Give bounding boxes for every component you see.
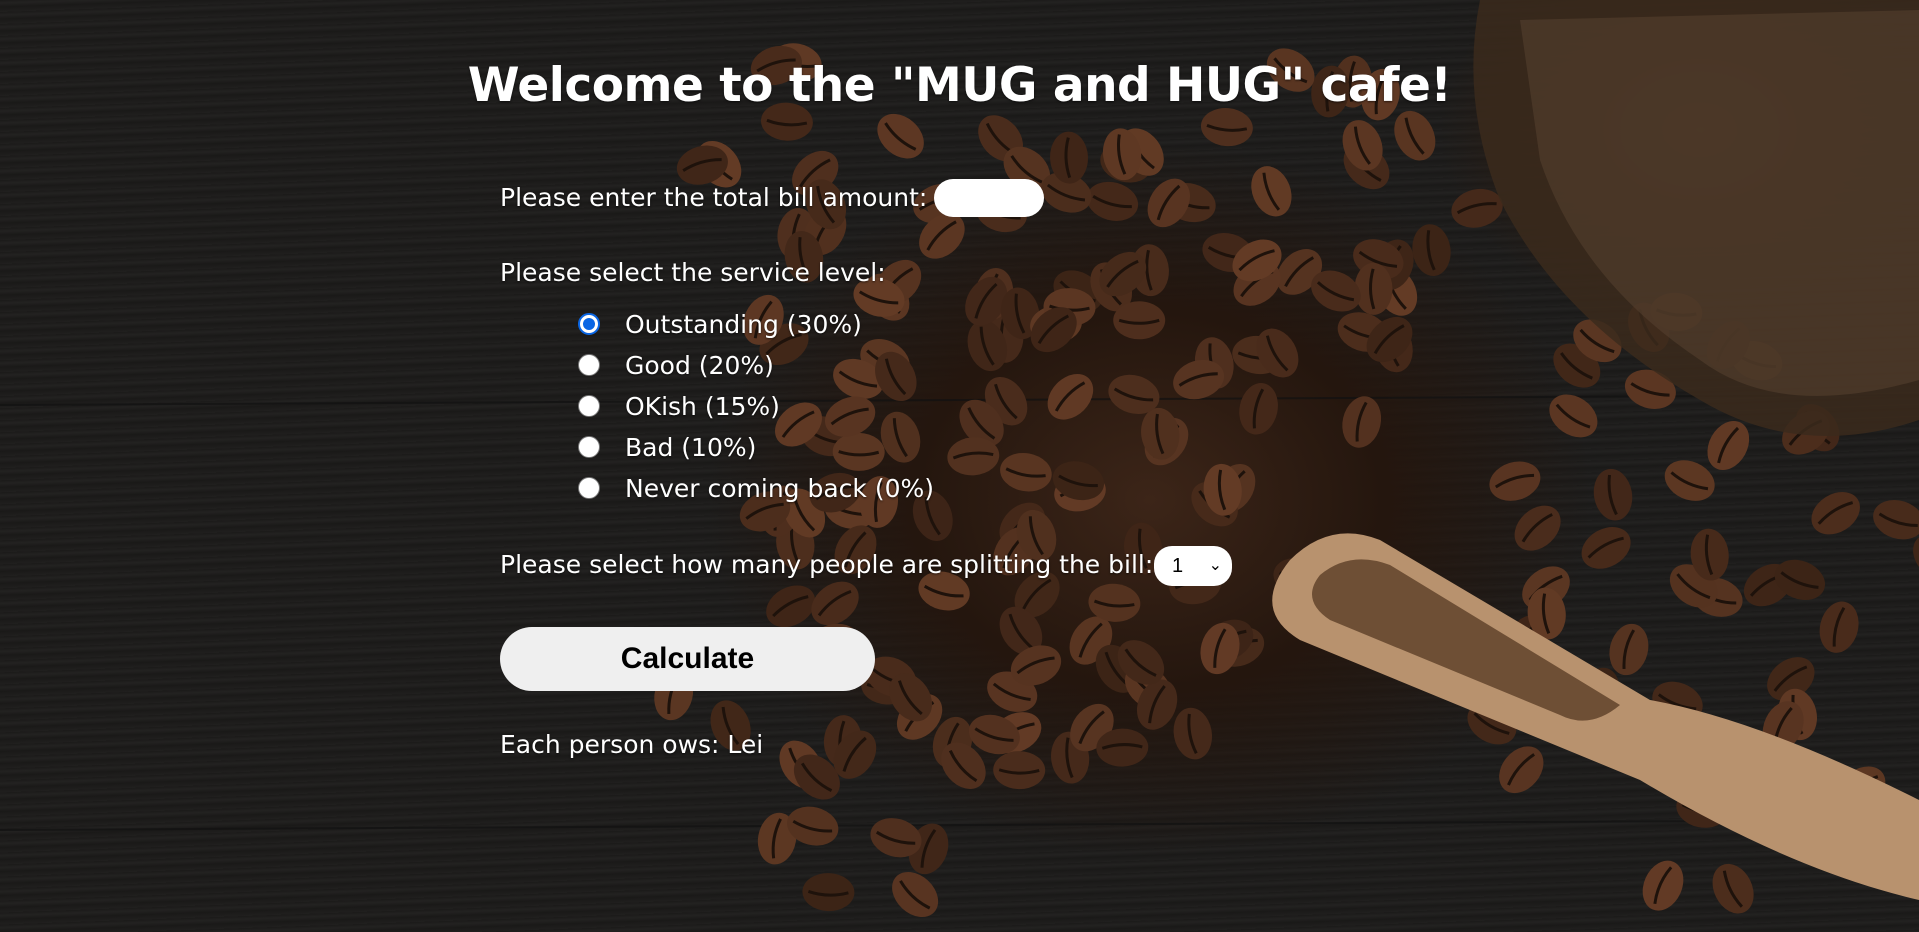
radio-outstanding[interactable] (578, 313, 600, 335)
tip-calculator: Welcome to the "MUG and HUG" cafe! Pleas… (0, 0, 1919, 932)
split-count-select[interactable]: 1 ⌄ (1154, 546, 1232, 586)
bill-amount-input[interactable] (934, 179, 1044, 217)
service-option-label: Good (20%) (625, 350, 774, 380)
radio-bad[interactable] (578, 436, 600, 458)
bill-amount-label: Please enter the total bill amount: (500, 183, 928, 212)
service-option-label: Bad (10%) (625, 432, 757, 462)
service-option-label: Outstanding (30%) (625, 309, 862, 339)
radio-good[interactable] (578, 354, 600, 376)
result-text: Each person ows: Lei (500, 730, 764, 759)
calculate-button[interactable]: Calculate (500, 627, 875, 691)
split-count-label: Please select how many people are splitt… (500, 550, 1154, 579)
service-option-good[interactable]: Good (20%) (578, 350, 774, 380)
split-count-value: 1 (1172, 554, 1184, 577)
chevron-down-icon: ⌄ (1208, 557, 1222, 574)
radio-never[interactable] (578, 477, 600, 499)
service-option-never[interactable]: Never coming back (0%) (578, 473, 934, 503)
service-level-label: Please select the service level: (500, 258, 886, 287)
service-option-okish[interactable]: OKish (15%) (578, 391, 780, 421)
radio-okish[interactable] (578, 395, 600, 417)
service-option-label: OKish (15%) (625, 391, 780, 421)
page-title: Welcome to the "MUG and HUG" cafe! (467, 58, 1452, 113)
service-option-label: Never coming back (0%) (625, 473, 935, 503)
service-option-outstanding[interactable]: Outstanding (30%) (578, 309, 862, 339)
service-option-bad[interactable]: Bad (10%) (578, 432, 756, 462)
